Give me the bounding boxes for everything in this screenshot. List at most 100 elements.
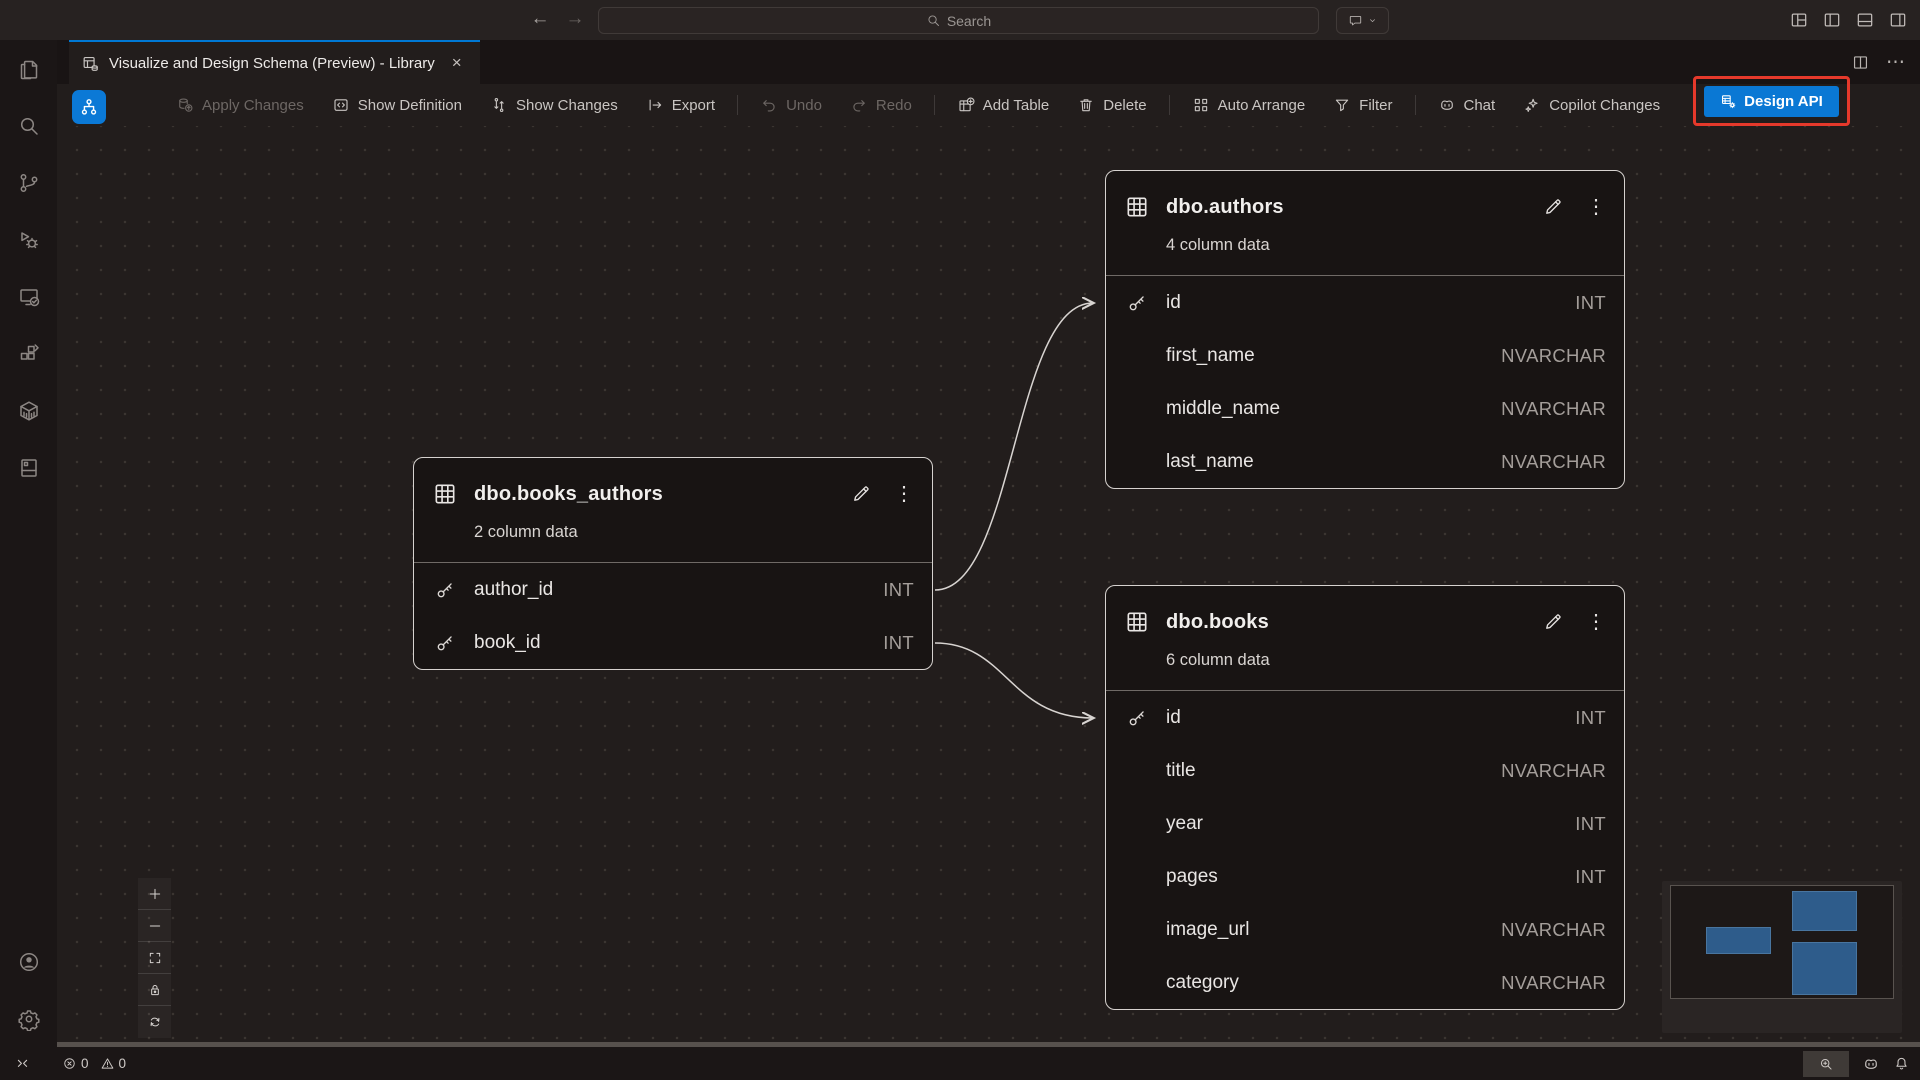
column-name: year bbox=[1166, 813, 1203, 835]
minimap-node bbox=[1792, 891, 1857, 931]
toolbar-button-redo[interactable]: Redo bbox=[836, 84, 926, 126]
table-menu-icon[interactable]: ⋮ bbox=[1586, 612, 1606, 632]
toolbar-button-undo[interactable]: Undo bbox=[746, 84, 836, 126]
account-icon bbox=[17, 950, 41, 974]
table-row[interactable]: last_name NVARCHAR bbox=[1106, 435, 1624, 488]
split-editor-icon[interactable] bbox=[1851, 53, 1870, 72]
activity-bar-search-icon[interactable] bbox=[0, 97, 57, 154]
table-title: dbo.books_authors bbox=[474, 483, 663, 506]
toolbar-button-show-definition[interactable]: Show Definition bbox=[318, 84, 476, 126]
notifications-bell-icon[interactable] bbox=[1893, 1055, 1910, 1072]
activity-bar-remote-explorer-icon[interactable] bbox=[0, 268, 57, 325]
activity-bar-database-project-icon[interactable] bbox=[0, 439, 57, 496]
column-name: id bbox=[1166, 292, 1181, 314]
table-node-dbo.authors[interactable]: dbo.authors ⋮ 4 column data id INT first… bbox=[1105, 170, 1625, 489]
toolbar-separator bbox=[1169, 95, 1170, 115]
table-row[interactable]: id INT bbox=[1106, 691, 1624, 744]
table-row[interactable]: id INT bbox=[1106, 276, 1624, 329]
toolbar-button-label: Show Definition bbox=[358, 97, 462, 114]
activity-bar-source-control-icon[interactable] bbox=[0, 154, 57, 211]
table-node-dbo.books[interactable]: dbo.books ⋮ 6 column data id INT title N… bbox=[1105, 585, 1625, 1010]
column-name: first_name bbox=[1166, 345, 1255, 367]
activity-bar-account-icon[interactable] bbox=[0, 933, 57, 990]
table-row[interactable]: author_id INT bbox=[414, 563, 932, 616]
table-menu-icon[interactable]: ⋮ bbox=[894, 484, 914, 504]
toolbar-button-label: Show Changes bbox=[516, 97, 618, 114]
zoom-status-button[interactable] bbox=[1803, 1051, 1849, 1077]
lock-button[interactable] bbox=[138, 974, 171, 1006]
table-row[interactable]: book_id INT bbox=[414, 616, 932, 669]
nav-back-icon[interactable]: ← bbox=[528, 8, 552, 30]
nav-forward-icon[interactable]: → bbox=[563, 8, 587, 30]
tab-title: Visualize and Design Schema (Preview) - … bbox=[109, 55, 435, 72]
table-row[interactable]: title NVARCHAR bbox=[1106, 744, 1624, 797]
toggle-sidebar-left-icon[interactable] bbox=[1822, 10, 1842, 30]
toolbar-button-auto-arrange[interactable]: Auto Arrange bbox=[1178, 84, 1320, 126]
table-row[interactable]: image_url NVARCHAR bbox=[1106, 903, 1624, 956]
activity-bar-container-icon[interactable] bbox=[0, 382, 57, 439]
column-name: id bbox=[1166, 707, 1181, 729]
toggle-sidebar-right-icon[interactable] bbox=[1888, 10, 1908, 30]
column-type: INT bbox=[883, 579, 914, 601]
activity-bar-extensions-icon[interactable] bbox=[0, 325, 57, 382]
table-row[interactable]: year INT bbox=[1106, 797, 1624, 850]
minimap[interactable] bbox=[1662, 881, 1902, 1033]
edit-table-icon[interactable] bbox=[1542, 611, 1564, 633]
edit-table-icon[interactable] bbox=[1542, 196, 1564, 218]
column-name: category bbox=[1166, 972, 1239, 994]
add-table-icon bbox=[957, 96, 975, 114]
minimap-viewport bbox=[1670, 885, 1894, 999]
copilot-status-icon[interactable] bbox=[1862, 1055, 1880, 1073]
toolbar-button-apply-changes[interactable]: Apply Changes bbox=[162, 84, 318, 126]
schema-view-button[interactable] bbox=[72, 90, 106, 124]
table-row[interactable]: middle_name NVARCHAR bbox=[1106, 382, 1624, 435]
search-icon bbox=[926, 13, 941, 28]
extensions-icon bbox=[17, 342, 41, 366]
toolbar-button-filter[interactable]: Filter bbox=[1319, 84, 1406, 126]
changes-icon bbox=[490, 96, 508, 114]
problems-indicator[interactable]: 0 0 bbox=[62, 1056, 126, 1071]
toggle-panel-icon[interactable] bbox=[1855, 10, 1875, 30]
activity-bar-run-debug-icon[interactable] bbox=[0, 211, 57, 268]
table-title: dbo.books bbox=[1166, 611, 1269, 634]
copilot-menu-button[interactable] bbox=[1336, 7, 1389, 34]
zoom-out-button[interactable] bbox=[138, 910, 171, 942]
activity-bar-files-icon[interactable] bbox=[0, 40, 57, 97]
toolbar-button-copilot-changes[interactable]: Copilot Changes bbox=[1509, 84, 1674, 126]
toolbar-button-label: Copilot Changes bbox=[1549, 97, 1660, 114]
toolbar-button-export[interactable]: Export bbox=[632, 84, 729, 126]
toolbar-button-chat[interactable]: Chat bbox=[1424, 84, 1510, 126]
toolbar-button-show-changes[interactable]: Show Changes bbox=[476, 84, 632, 126]
more-actions-icon[interactable]: ⋯ bbox=[1886, 51, 1906, 74]
table-row[interactable]: first_name NVARCHAR bbox=[1106, 329, 1624, 382]
tab-strip: Visualize and Design Schema (Preview) - … bbox=[57, 40, 1920, 84]
table-row[interactable]: category NVARCHAR bbox=[1106, 956, 1624, 1009]
remote-indicator-icon[interactable] bbox=[14, 1055, 31, 1072]
settings-gear-icon bbox=[17, 1007, 41, 1031]
column-type: INT bbox=[1575, 866, 1606, 888]
relationship-edge[interactable] bbox=[935, 303, 1093, 590]
toolbar-button-add-table[interactable]: Add Table bbox=[943, 84, 1063, 126]
command-center-search[interactable]: Search bbox=[598, 7, 1319, 34]
customize-layout-icon[interactable] bbox=[1789, 10, 1809, 30]
minimap-node bbox=[1792, 942, 1857, 995]
error-icon bbox=[62, 1056, 77, 1071]
table-menu-icon[interactable]: ⋮ bbox=[1586, 197, 1606, 217]
relationship-edge[interactable] bbox=[935, 643, 1093, 718]
zoom-in-button[interactable] bbox=[138, 878, 171, 910]
edit-table-icon[interactable] bbox=[850, 483, 872, 505]
table-row[interactable]: pages INT bbox=[1106, 850, 1624, 903]
activity-bar-settings-gear-icon[interactable] bbox=[0, 990, 57, 1047]
tab-close-icon[interactable]: × bbox=[452, 53, 462, 73]
design-api-button[interactable]: Design API bbox=[1704, 86, 1839, 117]
schema-canvas[interactable]: dbo.books_authors ⋮ 2 column data author… bbox=[57, 126, 1920, 1047]
table-icon bbox=[1124, 609, 1150, 635]
column-type: INT bbox=[883, 632, 914, 654]
reset-layout-button[interactable] bbox=[138, 1006, 171, 1038]
table-header: dbo.books ⋮ 6 column data bbox=[1106, 586, 1624, 691]
fit-view-button[interactable] bbox=[138, 942, 171, 974]
schema-icon bbox=[78, 96, 100, 118]
table-node-dbo.books_authors[interactable]: dbo.books_authors ⋮ 2 column data author… bbox=[413, 457, 933, 670]
toolbar-button-delete[interactable]: Delete bbox=[1063, 84, 1160, 126]
tab-schema-designer[interactable]: Visualize and Design Schema (Preview) - … bbox=[69, 40, 480, 84]
